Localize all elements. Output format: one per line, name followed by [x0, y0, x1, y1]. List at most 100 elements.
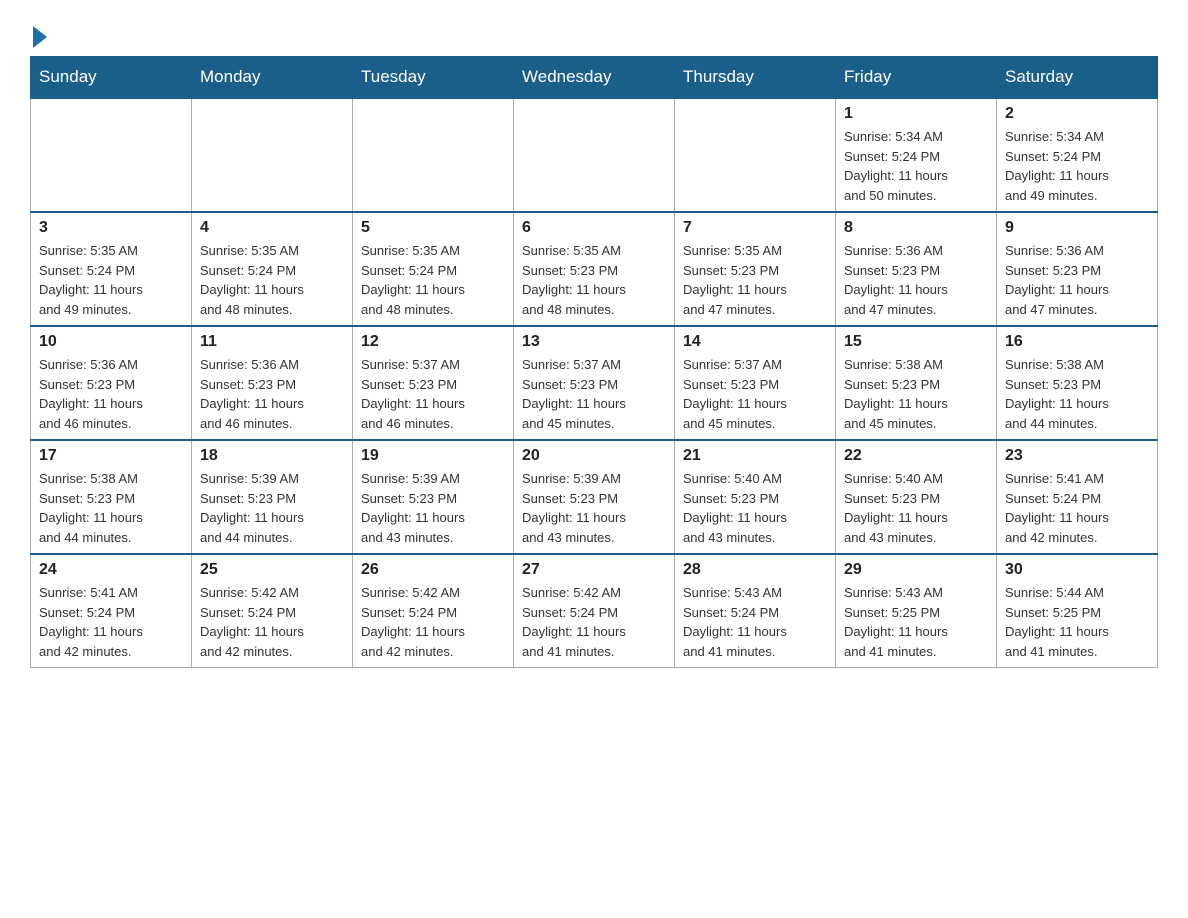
weekday-header-monday: Monday: [192, 57, 353, 99]
calendar-cell: 6Sunrise: 5:35 AM Sunset: 5:23 PM Daylig…: [514, 212, 675, 326]
day-info: Sunrise: 5:35 AM Sunset: 5:24 PM Dayligh…: [200, 241, 344, 319]
calendar-table: SundayMondayTuesdayWednesdayThursdayFrid…: [30, 56, 1158, 668]
day-number: 15: [844, 333, 988, 351]
calendar-cell: [675, 98, 836, 212]
day-info: Sunrise: 5:39 AM Sunset: 5:23 PM Dayligh…: [522, 469, 666, 547]
calendar-cell: 3Sunrise: 5:35 AM Sunset: 5:24 PM Daylig…: [31, 212, 192, 326]
weekday-header-thursday: Thursday: [675, 57, 836, 99]
day-info: Sunrise: 5:37 AM Sunset: 5:23 PM Dayligh…: [683, 355, 827, 433]
day-info: Sunrise: 5:37 AM Sunset: 5:23 PM Dayligh…: [522, 355, 666, 433]
calendar-cell: [31, 98, 192, 212]
day-number: 29: [844, 561, 988, 579]
day-info: Sunrise: 5:36 AM Sunset: 5:23 PM Dayligh…: [39, 355, 183, 433]
day-info: Sunrise: 5:41 AM Sunset: 5:24 PM Dayligh…: [1005, 469, 1149, 547]
calendar-cell: 2Sunrise: 5:34 AM Sunset: 5:24 PM Daylig…: [997, 98, 1158, 212]
day-info: Sunrise: 5:43 AM Sunset: 5:24 PM Dayligh…: [683, 583, 827, 661]
day-number: 27: [522, 561, 666, 579]
day-number: 1: [844, 105, 988, 123]
day-info: Sunrise: 5:42 AM Sunset: 5:24 PM Dayligh…: [522, 583, 666, 661]
calendar-cell: 30 Sunrise: 5:44 AM Sunset: 5:25 PM Dayli…: [997, 554, 1158, 668]
day-info: Sunrise: 5:38 AM Sunset: 5:23 PM Dayligh…: [1005, 355, 1149, 433]
calendar-cell: 25 Sunrise: 5:42 AM Sunset: 5:24 PM Dayli…: [192, 554, 353, 668]
calendar-cell: 10 Sunrise: 5:36 AM Sunset: 5:23 PM Dayli…: [31, 326, 192, 440]
day-number: 14: [683, 333, 827, 351]
calendar-cell: 9 Sunrise: 5:36 AM Sunset: 5:23 PM Daylig…: [997, 212, 1158, 326]
calendar-week-row: 24 Sunrise: 5:41 AM Sunset: 5:24 PM Dayli…: [31, 554, 1158, 668]
calendar-cell: 15 Sunrise: 5:38 AM Sunset: 5:23 PM Dayli…: [836, 326, 997, 440]
day-number: 25: [200, 561, 344, 579]
day-number: 23: [1005, 447, 1149, 465]
day-number: 12: [361, 333, 505, 351]
calendar-cell: 21 Sunrise: 5:40 AM Sunset: 5:23 PM Dayli…: [675, 440, 836, 554]
day-number: 22: [844, 447, 988, 465]
calendar-cell: 22 Sunrise: 5:40 AM Sunset: 5:23 PM Dayli…: [836, 440, 997, 554]
day-number: 5: [361, 219, 505, 237]
day-info: Sunrise: 5:40 AM Sunset: 5:23 PM Dayligh…: [844, 469, 988, 547]
day-info: Sunrise: 5:44 AM Sunset: 5:25 PM Dayligh…: [1005, 583, 1149, 661]
day-number: 13: [522, 333, 666, 351]
calendar-cell: 26Sunrise: 5:42 AM Sunset: 5:24 PM Dayli…: [353, 554, 514, 668]
day-number: 8: [844, 219, 988, 237]
calendar-cell: 29 Sunrise: 5:43 AM Sunset: 5:25 PM Dayli…: [836, 554, 997, 668]
weekday-header-friday: Friday: [836, 57, 997, 99]
calendar-cell: 23 Sunrise: 5:41 AM Sunset: 5:24 PM Dayli…: [997, 440, 1158, 554]
day-number: 11: [200, 333, 344, 351]
calendar-week-row: 3Sunrise: 5:35 AM Sunset: 5:24 PM Daylig…: [31, 212, 1158, 326]
calendar-cell: 7 Sunrise: 5:35 AM Sunset: 5:23 PM Daylig…: [675, 212, 836, 326]
calendar-cell: 5 Sunrise: 5:35 AM Sunset: 5:24 PM Daylig…: [353, 212, 514, 326]
day-number: 2: [1005, 105, 1149, 123]
day-number: 4: [200, 219, 344, 237]
calendar-cell: 24 Sunrise: 5:41 AM Sunset: 5:24 PM Dayli…: [31, 554, 192, 668]
logo: [30, 24, 47, 46]
calendar-week-row: 17Sunrise: 5:38 AM Sunset: 5:23 PM Dayli…: [31, 440, 1158, 554]
page-header: [30, 24, 1158, 46]
day-info: Sunrise: 5:40 AM Sunset: 5:23 PM Dayligh…: [683, 469, 827, 547]
day-number: 18: [200, 447, 344, 465]
day-info: Sunrise: 5:36 AM Sunset: 5:23 PM Dayligh…: [1005, 241, 1149, 319]
day-number: 9: [1005, 219, 1149, 237]
day-number: 21: [683, 447, 827, 465]
calendar-cell: 20Sunrise: 5:39 AM Sunset: 5:23 PM Dayli…: [514, 440, 675, 554]
calendar-cell: 1 Sunrise: 5:34 AM Sunset: 5:24 PM Daylig…: [836, 98, 997, 212]
day-info: Sunrise: 5:36 AM Sunset: 5:23 PM Dayligh…: [844, 241, 988, 319]
day-number: 26: [361, 561, 505, 579]
day-info: Sunrise: 5:35 AM Sunset: 5:23 PM Dayligh…: [683, 241, 827, 319]
calendar-week-row: 10 Sunrise: 5:36 AM Sunset: 5:23 PM Dayli…: [31, 326, 1158, 440]
weekday-header-tuesday: Tuesday: [353, 57, 514, 99]
day-number: 24: [39, 561, 183, 579]
day-info: Sunrise: 5:43 AM Sunset: 5:25 PM Dayligh…: [844, 583, 988, 661]
calendar-cell: 17Sunrise: 5:38 AM Sunset: 5:23 PM Dayli…: [31, 440, 192, 554]
calendar-cell: [514, 98, 675, 212]
calendar-week-row: 1 Sunrise: 5:34 AM Sunset: 5:24 PM Daylig…: [31, 98, 1158, 212]
day-info: Sunrise: 5:41 AM Sunset: 5:24 PM Dayligh…: [39, 583, 183, 661]
calendar-cell: 19 Sunrise: 5:39 AM Sunset: 5:23 PM Dayli…: [353, 440, 514, 554]
day-number: 30: [1005, 561, 1149, 579]
calendar-cell: [192, 98, 353, 212]
day-info: Sunrise: 5:36 AM Sunset: 5:23 PM Dayligh…: [200, 355, 344, 433]
calendar-cell: 12 Sunrise: 5:37 AM Sunset: 5:23 PM Dayli…: [353, 326, 514, 440]
day-number: 16: [1005, 333, 1149, 351]
day-number: 17: [39, 447, 183, 465]
day-info: Sunrise: 5:38 AM Sunset: 5:23 PM Dayligh…: [844, 355, 988, 433]
day-info: Sunrise: 5:39 AM Sunset: 5:23 PM Dayligh…: [361, 469, 505, 547]
day-info: Sunrise: 5:35 AM Sunset: 5:24 PM Dayligh…: [39, 241, 183, 319]
weekday-header-saturday: Saturday: [997, 57, 1158, 99]
calendar-cell: 13 Sunrise: 5:37 AM Sunset: 5:23 PM Dayli…: [514, 326, 675, 440]
day-info: Sunrise: 5:35 AM Sunset: 5:24 PM Dayligh…: [361, 241, 505, 319]
calendar-cell: 11 Sunrise: 5:36 AM Sunset: 5:23 PM Dayli…: [192, 326, 353, 440]
day-info: Sunrise: 5:34 AM Sunset: 5:24 PM Dayligh…: [844, 127, 988, 205]
day-info: Sunrise: 5:39 AM Sunset: 5:23 PM Dayligh…: [200, 469, 344, 547]
day-info: Sunrise: 5:37 AM Sunset: 5:23 PM Dayligh…: [361, 355, 505, 433]
day-info: Sunrise: 5:35 AM Sunset: 5:23 PM Dayligh…: [522, 241, 666, 319]
calendar-cell: 14 Sunrise: 5:37 AM Sunset: 5:23 PM Dayli…: [675, 326, 836, 440]
weekday-header-sunday: Sunday: [31, 57, 192, 99]
day-number: 10: [39, 333, 183, 351]
calendar-cell: 16 Sunrise: 5:38 AM Sunset: 5:23 PM Dayli…: [997, 326, 1158, 440]
calendar-cell: 8 Sunrise: 5:36 AM Sunset: 5:23 PM Daylig…: [836, 212, 997, 326]
weekday-header-wednesday: Wednesday: [514, 57, 675, 99]
day-number: 19: [361, 447, 505, 465]
day-number: 7: [683, 219, 827, 237]
weekday-header-row: SundayMondayTuesdayWednesdayThursdayFrid…: [31, 57, 1158, 99]
day-info: Sunrise: 5:42 AM Sunset: 5:24 PM Dayligh…: [200, 583, 344, 661]
logo-arrow-icon: [33, 26, 47, 48]
